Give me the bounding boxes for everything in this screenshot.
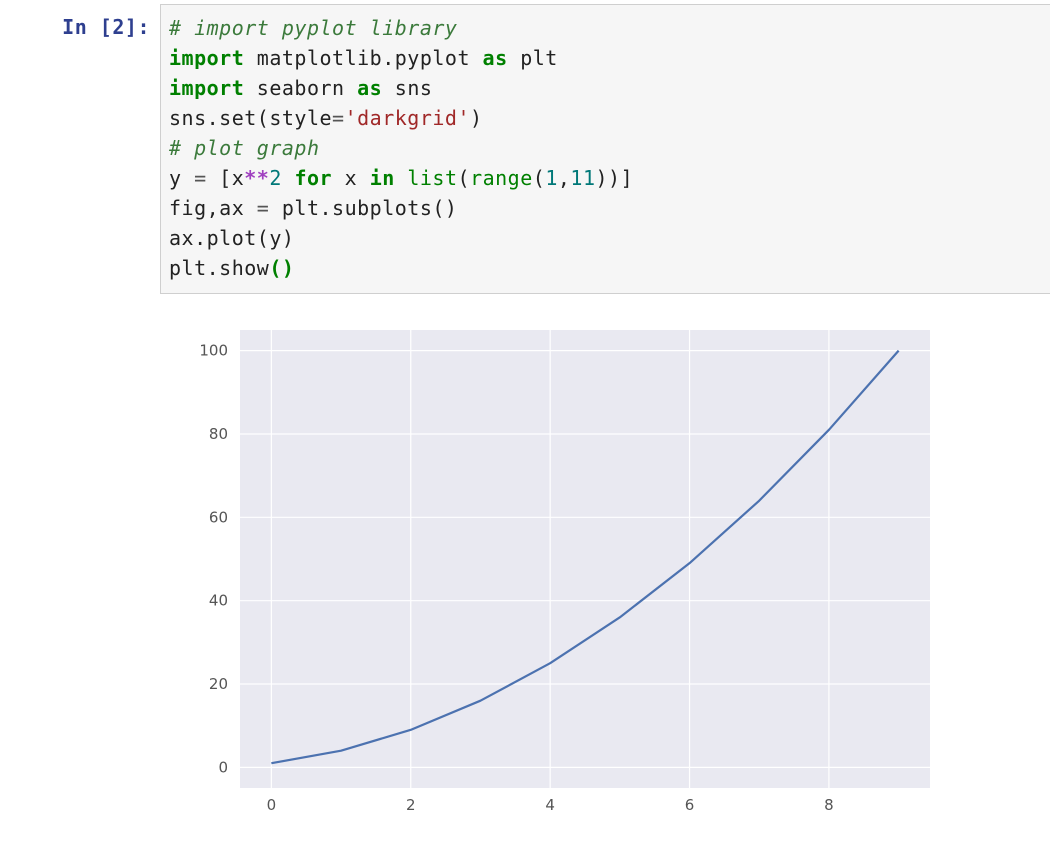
- prompt-close-bracket: ]:: [125, 15, 150, 39]
- y-axis-ticks: 0 20 40 60 80 100: [199, 342, 228, 777]
- x-axis-ticks: 0 2 4 6 8: [267, 796, 834, 814]
- notebook-input-cell: In [2]: # import pyplot library import m…: [0, 0, 1050, 294]
- prompt-exec-count: 2: [112, 15, 125, 39]
- plot-output: 02468020406080100: [150, 302, 950, 830]
- y-tick-label: 60: [209, 508, 228, 526]
- output-prompt-spacer: [0, 302, 150, 830]
- x-tick-label: 2: [406, 796, 416, 814]
- y-tick-label: 20: [209, 675, 228, 693]
- input-prompt: In [2]:: [0, 4, 160, 42]
- y-tick-label: 100: [199, 342, 228, 360]
- code-editor[interactable]: # import pyplot library import matplotli…: [160, 4, 1050, 294]
- y-tick-label: 0: [218, 758, 228, 776]
- y-tick-label: 80: [209, 425, 228, 443]
- x-tick-label: 6: [685, 796, 695, 814]
- notebook-output-cell: 02468020406080100: [0, 294, 1050, 830]
- prompt-open-bracket: [: [87, 15, 112, 39]
- plot-background: [240, 330, 930, 788]
- y-tick-label: 40: [209, 592, 228, 610]
- line-chart: 02468020406080100: [170, 320, 950, 830]
- x-tick-label: 0: [267, 796, 277, 814]
- x-tick-label: 4: [545, 796, 555, 814]
- code-block[interactable]: # import pyplot library import matplotli…: [169, 13, 1042, 283]
- prompt-in-label: In: [62, 15, 87, 39]
- x-tick-label: 8: [824, 796, 834, 814]
